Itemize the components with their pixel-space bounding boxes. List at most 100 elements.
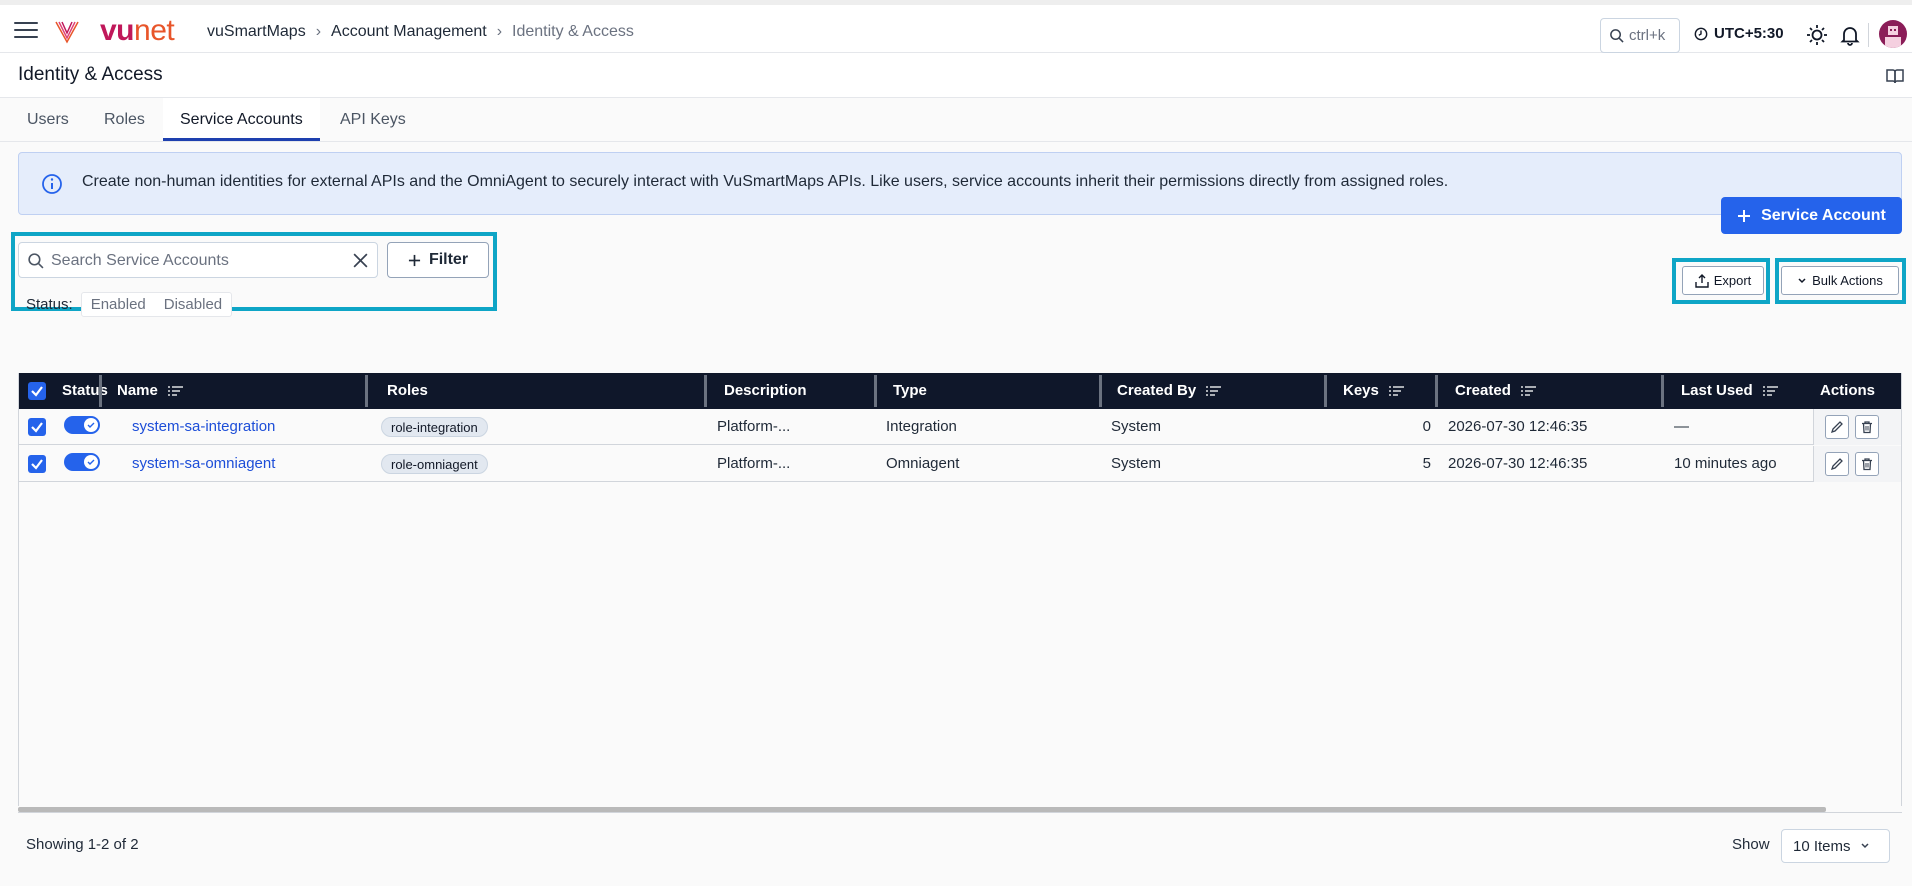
add-service-account-label: Service Account [1761,206,1886,224]
column-header-roles[interactable]: Roles [379,373,428,409]
tab-api-keys[interactable]: API Keys [323,98,423,141]
chevron-right-icon: › [315,23,322,40]
breadcrumb-vusmartmaps[interactable]: vuSmartMaps [207,23,306,41]
created-cell: 2026-07-30 12:46:35 [1448,418,1588,435]
breadcrumb-account-management[interactable]: Account Management [331,23,487,41]
column-header-keys[interactable]: Keys [1335,373,1404,409]
column-divider[interactable] [99,375,102,407]
service-accounts-table: Status Name Roles Description Type Creat… [18,373,1902,806]
role-chip: role-integration [381,417,488,437]
tab-users[interactable]: Users [10,98,86,141]
column-header-last-used[interactable]: Last Used [1673,373,1778,409]
status-option-disabled[interactable]: Disabled [155,293,231,316]
description-cell: Platform-... [717,418,791,435]
status-filter-label: Status: [26,296,73,313]
status-toggle[interactable] [64,453,100,471]
avatar[interactable] [1879,20,1907,48]
sort-icon[interactable] [167,385,183,397]
tab-roles[interactable]: Roles [87,98,162,141]
close-icon[interactable] [352,252,369,269]
toggle-knob [84,455,98,469]
tab-bar: Users Roles Service Accounts API Keys [0,98,1912,142]
column-divider[interactable] [704,375,707,407]
search-icon [28,253,44,269]
status-filter: Status: Enabled Disabled [26,292,233,317]
search-input[interactable] [51,249,351,273]
column-divider[interactable] [1099,375,1102,407]
delete-button[interactable] [1855,452,1879,476]
edit-button[interactable] [1825,415,1849,439]
export-button[interactable]: Export [1682,266,1764,295]
bell-icon[interactable] [1839,24,1861,46]
column-divider[interactable] [1324,375,1327,407]
column-header-name[interactable]: Name [109,373,183,409]
status-toggle[interactable] [64,416,100,434]
delete-button[interactable] [1855,415,1879,439]
column-divider[interactable] [1435,375,1438,407]
info-banner: Create non-human identities for external… [18,152,1902,215]
column-header-created[interactable]: Created [1447,373,1536,409]
column-header-actions: Actions [1820,382,1876,399]
sort-icon[interactable] [1520,385,1536,397]
column-divider[interactable] [874,375,877,407]
type-cell: Integration [886,418,957,435]
toggle-knob [84,418,98,432]
created-by-cell: System [1111,418,1162,435]
menu-icon[interactable] [14,22,38,40]
user-avatar-icon [1885,26,1901,48]
sort-icon[interactable] [1206,385,1222,397]
main-content: Create non-human identities for external… [0,142,1912,886]
page-size-value: 10 Items [1793,837,1851,855]
select-all-checkbox[interactable] [28,382,46,400]
global-search-button[interactable]: ctrl+k [1600,18,1680,53]
search-icon [1610,29,1624,43]
chevron-right-icon: › [496,23,503,40]
column-divider[interactable] [365,375,368,407]
book-icon[interactable] [1886,67,1904,85]
timezone-selector[interactable]: UTC+5:30 [1694,25,1784,42]
check-icon [31,459,43,470]
column-header-description[interactable]: Description [716,373,807,409]
page-header: Identity & Access [0,53,1912,98]
status-option-enabled[interactable]: Enabled [82,293,155,316]
plus-icon [408,254,421,266]
logo-text: vunet [100,14,175,47]
add-service-account-button[interactable]: Service Account [1721,197,1902,234]
upload-icon [1695,273,1709,288]
breadcrumb-current: Identity & Access [512,23,634,40]
row-checkbox[interactable] [28,455,46,473]
search-box [18,242,378,278]
column-header-type[interactable]: Type [885,373,927,409]
sun-icon[interactable] [1806,24,1828,46]
check-icon [87,422,95,428]
table-row[interactable]: system-sa-omniagent role-omniagent Platf… [19,446,1901,482]
service-account-name-link[interactable]: system-sa-integration [132,409,275,445]
sort-icon[interactable] [1762,385,1778,397]
column-divider[interactable] [1661,375,1664,407]
last-used-cell: — [1674,418,1689,435]
info-text: Create non-human identities for external… [82,173,1449,190]
table-row[interactable]: system-sa-integration role-integration P… [19,409,1901,445]
export-label: Export [1713,273,1752,288]
sort-icon[interactable] [1388,385,1404,397]
status-segmented-control: Enabled Disabled [80,292,233,317]
row-actions [1813,409,1901,445]
page-size-select[interactable]: 10 Items [1781,829,1890,863]
check-icon [87,459,95,465]
breadcrumb: vuSmartMaps › Account Management › Ident… [207,23,634,41]
role-chip: role-omniagent [381,454,488,474]
filter-button[interactable]: Filter [387,242,489,278]
search-shortcut: ctrl+k [1629,27,1666,44]
description-cell: Platform-... [717,455,791,472]
row-checkbox[interactable] [28,418,46,436]
row-actions [1813,446,1901,482]
edit-button[interactable] [1825,452,1849,476]
service-account-name-link[interactable]: system-sa-omniagent [132,446,275,482]
check-icon [31,386,43,397]
trash-icon [1862,458,1872,471]
tab-service-accounts[interactable]: Service Accounts [163,98,320,141]
bulk-actions-button[interactable]: Bulk Actions [1781,266,1899,295]
pencil-icon [1830,421,1843,434]
divider [18,812,1902,813]
column-header-created-by[interactable]: Created By [1109,373,1222,409]
